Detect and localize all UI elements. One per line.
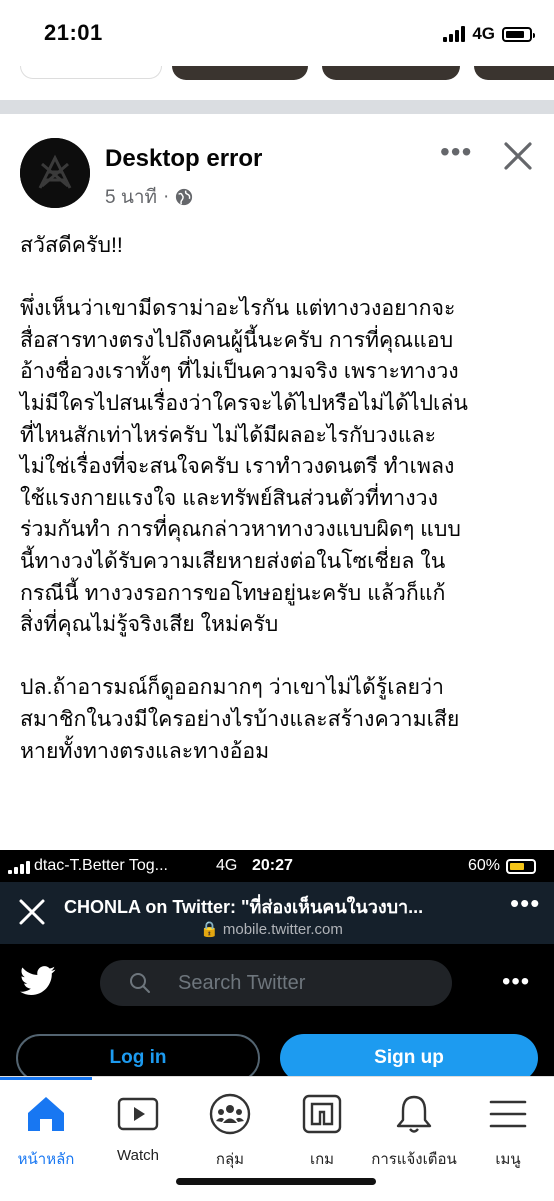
more-horizontal-icon[interactable]: ••• [440, 138, 472, 166]
section-divider [0, 100, 554, 114]
story-card[interactable] [474, 66, 554, 80]
network-label: 4G [472, 24, 495, 43]
signal-icon [8, 858, 30, 874]
embedded-time: 20:27 [252, 857, 293, 874]
bell-icon [396, 1095, 432, 1133]
post-line: สื่อสารทางตรงไปถึงคนผู้นี้นะครับ การที่ค… [20, 327, 454, 352]
tab-label: เกม [309, 1151, 335, 1168]
post-line: ไม่ใช่เรื่องที่จะสนใจครับ เราทำวงดนตรี ท… [20, 454, 455, 479]
close-icon[interactable] [14, 894, 50, 930]
tab-label: กลุ่ม [215, 1151, 245, 1168]
post-line: ที่ไหนสักเท่าไหร่ครับ ไม่ได้มีผลอะไรกับว… [20, 422, 437, 447]
watch-icon [117, 1097, 159, 1131]
search-input[interactable]: Search Twitter [100, 960, 452, 1006]
tab-label: เมนู [495, 1151, 521, 1168]
post-line: กรณีนี้ ทางวงรอการขอโทษอยู่นะครับ แล้วก็… [20, 580, 446, 605]
login-button[interactable]: Log in [16, 1034, 260, 1076]
status-indicators: 4G [443, 24, 535, 44]
post-line: สิ่งที่คุณไม่รู้จริงเสีย ใหม่ครับ [20, 612, 279, 637]
gaming-icon [302, 1094, 342, 1134]
post-line: อ้างชื่อวงเราทั้งๆ ที่ไม่เป็นความจริง เพ… [20, 359, 459, 384]
embedded-status-bar: dtac-T.Better Tog... 4G 20:27 60% [0, 850, 554, 882]
embedded-carrier-label: dtac-T.Better Tog... [34, 857, 168, 874]
post-author[interactable]: Desktop error [105, 145, 262, 173]
avatar[interactable] [20, 138, 90, 208]
post-line: ใช้แรงกายแรงใจ และทรัพย์สินส่วนตัวที่ทาง… [20, 485, 438, 510]
post-meta: 5 นาที · [105, 182, 193, 212]
post-body: สวัสดีครับ!! พึ่งเห็นว่าเขามีดราม่าอะไรก… [20, 230, 540, 767]
tab-label: Watch [117, 1147, 159, 1164]
tab-label: หน้าหลัก [17, 1151, 75, 1168]
battery-charging-icon [506, 858, 540, 874]
embedded-url-text: mobile.twitter.com [222, 921, 343, 938]
menu-icon [489, 1100, 527, 1128]
tab-gaming[interactable]: เกม [276, 1077, 368, 1177]
tab-home[interactable]: หน้าหลัก [0, 1077, 92, 1177]
tab-watch[interactable]: Watch [92, 1077, 184, 1177]
embedded-url: 🔒 mobile.twitter.com [200, 921, 343, 938]
status-bar: 21:01 4G [0, 0, 554, 66]
meta-separator: · [163, 186, 170, 207]
tab-menu[interactable]: เมนู [462, 1077, 554, 1177]
post-line: ร่วมกันทำ การที่คุณกล่าวหาทางวงแบบผิดๆ แ… [20, 517, 461, 542]
tab-label: การแจ้งเตือน [371, 1151, 457, 1168]
post-line: สวัสดีครับ!! [20, 233, 123, 257]
post-time[interactable]: 5 นาที [105, 182, 157, 212]
twitter-bird-icon [20, 966, 56, 995]
post-line: พึ่งเห็นว่าเขามีดราม่าอะไรกัน แต่ทางวงอย… [20, 296, 456, 321]
story-card[interactable] [20, 66, 162, 79]
search-placeholder: Search Twitter [178, 972, 306, 994]
story-card[interactable] [322, 66, 460, 80]
story-card[interactable] [172, 66, 308, 80]
embedded-page-title: CHONLA on Twitter: "ที่ส่องเห็นคนในวงบา.… [64, 897, 424, 917]
globe-icon [176, 188, 193, 206]
signup-button[interactable]: Sign up [280, 1034, 538, 1076]
embedded-browser-bar: CHONLA on Twitter: "ที่ส่องเห็นคนในวงบา.… [0, 882, 554, 944]
post-line: ปล.ถ้าอารมณ์ก็ดูออกมากๆ ว่าเขาไม่ได้รู้เ… [20, 675, 444, 700]
post-line: สมาชิกในวงมีใครอย่างไรบ้างและสร้างความเส… [20, 706, 460, 731]
embedded-screenshot[interactable]: dtac-T.Better Tog... 4G 20:27 60% CHONLA… [0, 850, 554, 1076]
post-line: ไม่มีใครไปสนเรื่องว่าใครจะได้ไปหรือไม่ได… [20, 390, 468, 415]
search-icon [130, 973, 150, 993]
tab-groups[interactable]: กลุ่ม [184, 1077, 276, 1177]
more-horizontal-icon[interactable]: ••• [510, 888, 540, 919]
home-indicator[interactable] [176, 1178, 376, 1185]
post-line: นี้ทางวงได้รับความเสียหายส่งต่อในโซเชี่ย… [20, 548, 446, 573]
battery-icon [502, 26, 535, 42]
embedded-network: 4G [216, 857, 238, 874]
post-line: หายทั้งทางตรงและทางอ้อม [20, 738, 270, 763]
signal-icon [443, 26, 466, 42]
embedded-battery: 60% [468, 857, 540, 875]
more-horizontal-icon[interactable]: ••• [502, 968, 530, 996]
status-time: 21:01 [44, 20, 103, 45]
embedded-carrier: dtac-T.Better Tog... [8, 857, 168, 875]
home-icon [28, 1097, 64, 1131]
groups-icon [209, 1093, 251, 1135]
close-icon[interactable] [500, 138, 536, 174]
embedded-battery-label: 60% [468, 857, 501, 874]
tab-notifications[interactable]: การแจ้งเตือน [368, 1077, 460, 1177]
